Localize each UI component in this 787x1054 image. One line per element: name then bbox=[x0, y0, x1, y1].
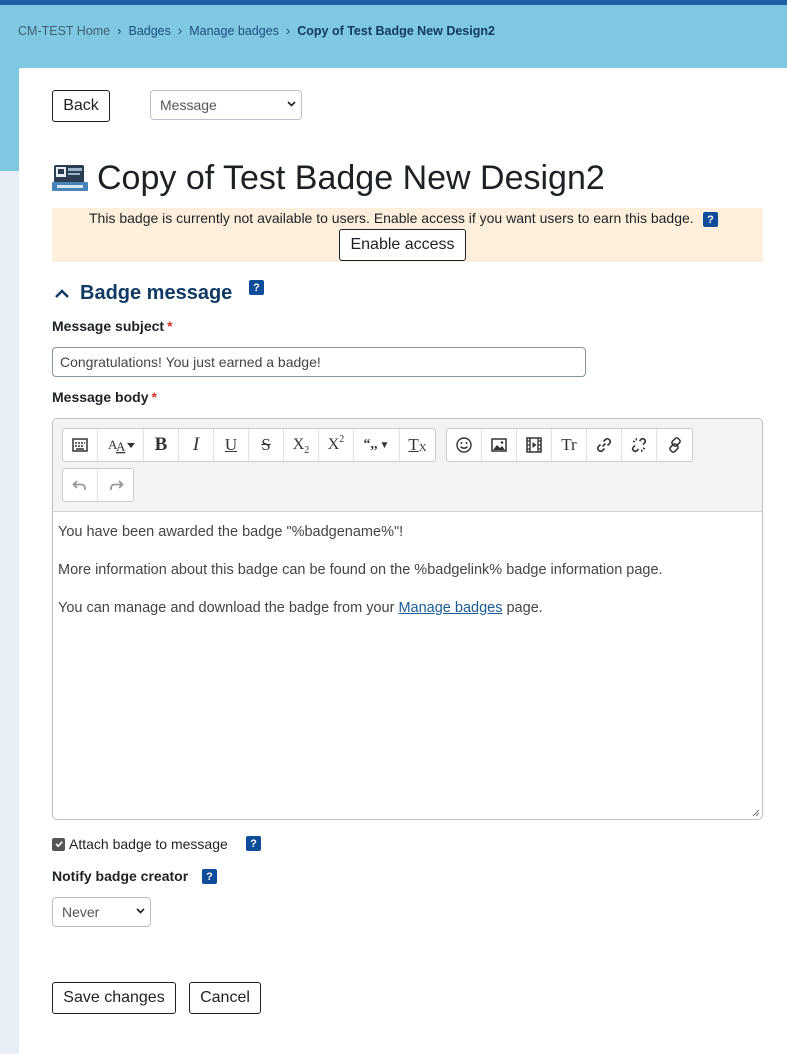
section-header[interactable]: Badge message bbox=[54, 282, 232, 305]
insert-media-button[interactable] bbox=[517, 429, 552, 461]
breadcrumb-manage-badges[interactable]: Manage badges bbox=[189, 24, 279, 38]
manage-badges-link[interactable]: Manage badges bbox=[398, 600, 502, 616]
svg-text:A: A bbox=[116, 439, 126, 454]
toolbar-toggle-icon bbox=[72, 438, 88, 452]
attach-badge-checkbox[interactable] bbox=[52, 837, 65, 851]
chevron-down-icon bbox=[287, 101, 296, 107]
broken-link-icon bbox=[668, 437, 681, 453]
subject-input[interactable]: Congratulations! You just earned a badge… bbox=[52, 347, 586, 377]
superscript-index: 2 bbox=[339, 433, 345, 445]
required-icon: * bbox=[151, 389, 157, 405]
italic-button[interactable]: I bbox=[179, 429, 214, 461]
notify-label: Notify badge creator bbox=[52, 868, 189, 884]
help-icon[interactable]: ? bbox=[703, 212, 718, 227]
font-style-button[interactable]: AA bbox=[98, 429, 144, 461]
body-text: You can manage and download the badge fr… bbox=[58, 600, 399, 616]
unlink-button[interactable] bbox=[622, 429, 657, 461]
breadcrumb-current: Copy of Test Badge New Design2 bbox=[297, 23, 495, 38]
breadcrumb: CM-TEST Home › Badges › Manage badges › … bbox=[18, 23, 495, 38]
link-icon bbox=[596, 437, 612, 453]
clear-format-index: X bbox=[418, 442, 427, 454]
body-label-text: Message body bbox=[52, 389, 149, 405]
font-style-icon: AA bbox=[108, 437, 135, 454]
bold-button[interactable]: B bbox=[144, 429, 179, 461]
badge-image-icon bbox=[52, 165, 88, 191]
alert-text: This badge is currently not available to… bbox=[89, 210, 694, 226]
equation-button[interactable]: Tr bbox=[552, 429, 587, 461]
notify-select-value: Never bbox=[62, 904, 100, 920]
body-label: Message body * bbox=[52, 389, 157, 405]
breadcrumb-home[interactable]: CM-TEST Home bbox=[18, 24, 110, 38]
smiley-icon bbox=[456, 437, 472, 453]
view-select-value: Message bbox=[160, 97, 217, 113]
message-body-editor[interactable]: AA B I U S X2 X2 “,, ▼ TX Tr You have be… bbox=[52, 418, 763, 820]
help-icon[interactable]: ? bbox=[246, 836, 261, 851]
subscript-base: X bbox=[292, 436, 305, 453]
unlink-icon bbox=[631, 437, 647, 453]
section-title: Badge message bbox=[80, 282, 233, 304]
chevron-down-icon bbox=[136, 908, 145, 914]
notify-select[interactable]: Never bbox=[52, 897, 151, 927]
caret-down-icon: ▼ bbox=[379, 439, 390, 451]
editor-content[interactable]: You have been awarded the badge "%badgen… bbox=[58, 523, 663, 637]
checkmark-icon bbox=[54, 841, 63, 848]
underline-button[interactable]: U bbox=[214, 429, 249, 461]
image-icon bbox=[491, 438, 507, 452]
body-paragraph: You can manage and download the badge fr… bbox=[58, 599, 663, 617]
insert-link-button[interactable] bbox=[587, 429, 622, 461]
resize-handle-icon[interactable] bbox=[751, 808, 760, 817]
superscript-button[interactable]: X2 bbox=[319, 429, 354, 461]
superscript-base: X bbox=[327, 436, 340, 453]
insert-image-button[interactable] bbox=[482, 429, 517, 461]
redo-icon bbox=[109, 480, 124, 490]
back-button[interactable]: Back bbox=[52, 90, 110, 122]
toolbar-toggle-button[interactable] bbox=[63, 429, 98, 461]
chevron-right-icon: › bbox=[177, 23, 183, 38]
cancel-button[interactable]: Cancel bbox=[189, 982, 261, 1014]
toolbar-group-history bbox=[62, 468, 134, 502]
body-paragraph: More information about this badge can be… bbox=[58, 562, 663, 578]
subject-label-text: Message subject bbox=[52, 318, 165, 334]
help-icon[interactable]: ? bbox=[202, 869, 217, 884]
chevron-up-icon[interactable] bbox=[54, 288, 70, 300]
subject-input-value: Congratulations! You just earned a badge… bbox=[60, 354, 321, 370]
editor-toolbar: AA B I U S X2 X2 “,, ▼ TX Tr bbox=[53, 419, 762, 512]
page-title: Copy of Test Badge New Design2 bbox=[97, 159, 605, 197]
clear-formatting-button[interactable]: TX bbox=[400, 429, 435, 461]
save-changes-button[interactable]: Save changes bbox=[52, 982, 176, 1014]
strikethrough-button[interactable]: S bbox=[249, 429, 284, 461]
quote-icon: “,, bbox=[363, 437, 378, 452]
clear-format-base: T bbox=[408, 435, 419, 454]
toolbar-group-format: AA B I U S X2 X2 “,, ▼ TX bbox=[62, 428, 436, 462]
subject-label: Message subject * bbox=[52, 318, 173, 334]
page-heading: Copy of Test Badge New Design2 bbox=[52, 158, 605, 198]
enable-access-button[interactable]: Enable access bbox=[339, 229, 466, 261]
emoticon-button[interactable] bbox=[447, 429, 482, 461]
subscript-button[interactable]: X2 bbox=[284, 429, 319, 461]
film-icon bbox=[526, 437, 542, 453]
undo-button[interactable] bbox=[63, 469, 98, 501]
required-icon: * bbox=[167, 318, 173, 334]
chevron-right-icon: › bbox=[117, 23, 122, 38]
body-text: page. bbox=[502, 600, 543, 616]
attach-badge-label[interactable]: Attach badge to message bbox=[69, 836, 228, 852]
body-paragraph: You have been awarded the badge "%badgen… bbox=[58, 524, 404, 540]
breadcrumb-badges[interactable]: Badges bbox=[128, 24, 170, 38]
help-icon[interactable]: ? bbox=[249, 280, 264, 295]
quote-button[interactable]: “,, ▼ bbox=[354, 429, 400, 461]
chevron-right-icon: › bbox=[285, 23, 291, 38]
view-select[interactable]: Message bbox=[150, 90, 302, 120]
subscript-index: 2 bbox=[304, 444, 310, 456]
attach-badge-row: Attach badge to message bbox=[52, 836, 228, 852]
toolbar-group-insert: Tr bbox=[446, 428, 693, 462]
undo-icon bbox=[72, 480, 86, 490]
availability-alert: This badge is currently not available to… bbox=[52, 208, 763, 262]
manage-files-button[interactable] bbox=[657, 429, 692, 461]
redo-button[interactable] bbox=[98, 469, 133, 501]
